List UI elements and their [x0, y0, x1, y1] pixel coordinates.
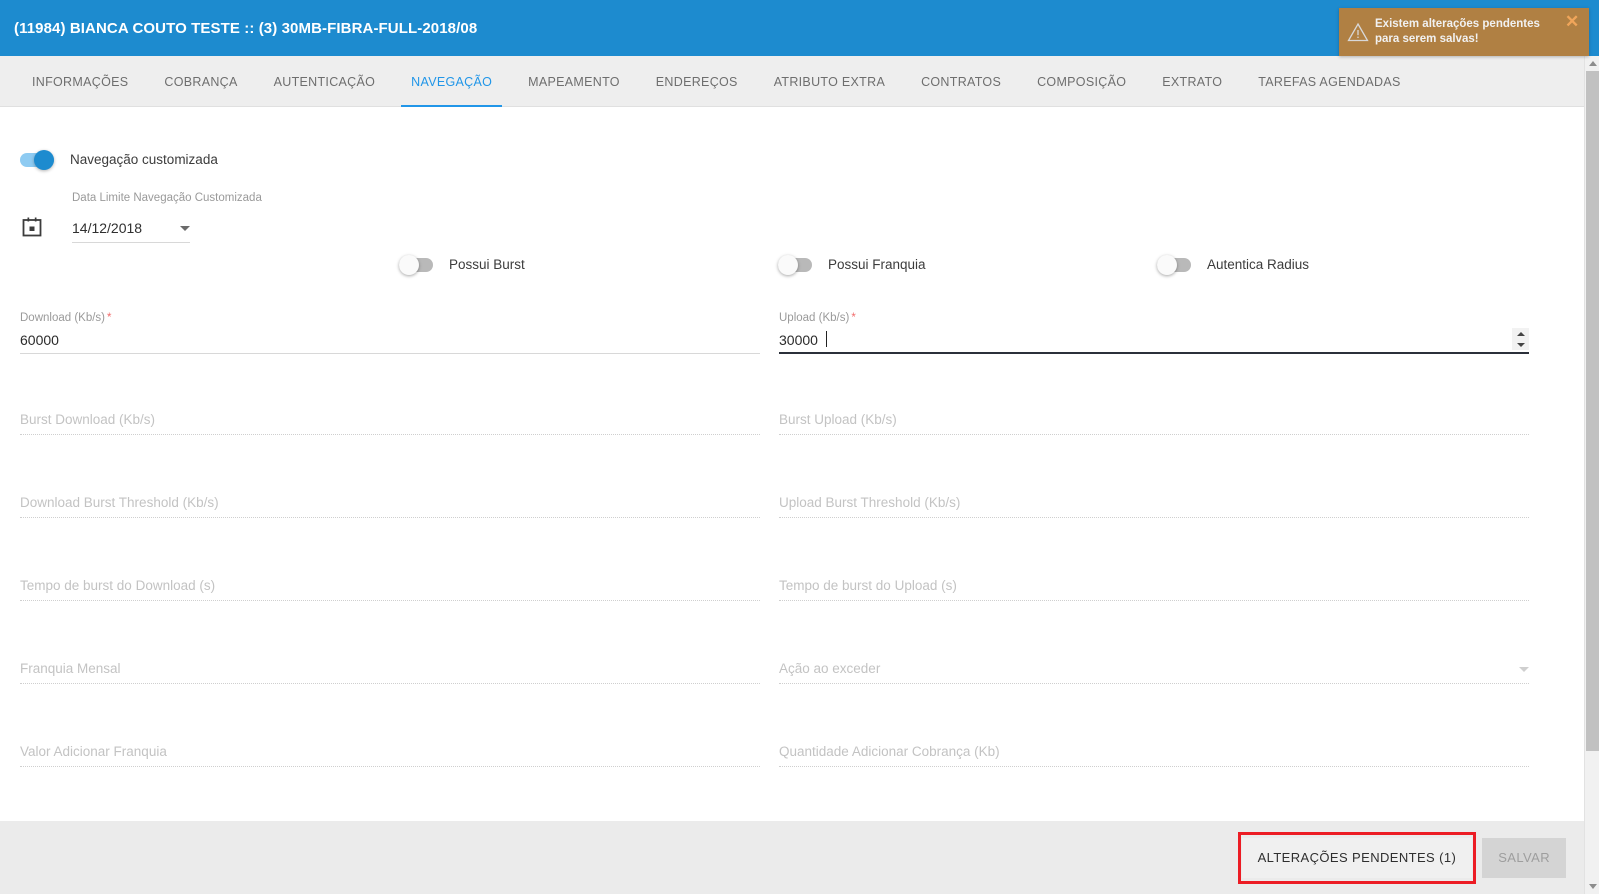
tab-bar: INFORMAÇÕES COBRANÇA AUTENTICAÇÃO NAVEGA… — [0, 56, 1599, 107]
toast-message: Existem alterações pendentes para serem … — [1375, 18, 1540, 45]
upload-burst-threshold-placeholder: Upload Burst Threshold (Kb/s) — [779, 495, 961, 510]
burst-download-field[interactable]: Burst Download (Kb/s) — [20, 412, 760, 435]
tempo-burst-upload-field[interactable]: Tempo de burst do Upload (s) — [779, 578, 1529, 601]
text-cursor — [826, 331, 827, 347]
tab-atributo-extra[interactable]: ATRIBUTO EXTRA — [756, 56, 903, 107]
upload-label: Upload (Kb/s) * — [779, 312, 1529, 324]
burst-download-placeholder: Burst Download (Kb/s) — [20, 412, 156, 427]
franquia-mensal-field[interactable]: Franquia Mensal — [20, 661, 760, 684]
scrollbar-thumb[interactable] — [1586, 71, 1599, 751]
calendar-icon[interactable] — [20, 215, 46, 241]
date-value: 14/12/2018 — [72, 220, 143, 236]
tempo-burst-download-field[interactable]: Tempo de burst do Download (s) — [20, 578, 760, 601]
tempo-burst-download-placeholder: Tempo de burst do Download (s) — [20, 578, 216, 593]
tab-cobranca[interactable]: COBRANÇA — [146, 56, 255, 107]
alteracoes-pendentes-button[interactable]: ALTERAÇÕES PENDENTES (1) — [1241, 837, 1473, 878]
navegacao-customizada-label: Navegação customizada — [70, 152, 218, 167]
toggle-track — [778, 254, 812, 275]
toggle-knob — [778, 254, 798, 275]
tab-contratos[interactable]: CONTRATOS — [903, 56, 1019, 107]
burst-upload-field[interactable]: Burst Upload (Kb/s) — [779, 412, 1529, 435]
application-window: (11984) BIANCA COUTO TESTE :: (3) 30MB-F… — [0, 0, 1599, 894]
toggle-track — [1157, 254, 1191, 275]
tab-enderecos[interactable]: ENDEREÇOS — [638, 56, 756, 107]
download-input[interactable] — [20, 332, 760, 354]
tab-tarefas-agendadas[interactable]: TAREFAS AGENDADAS — [1240, 56, 1418, 107]
field-underline — [779, 683, 1529, 684]
scroll-up-icon[interactable] — [1585, 56, 1599, 71]
valor-adicionar-franquia-field[interactable]: Valor Adicionar Franquia — [20, 744, 760, 767]
warning-triangle-icon — [1345, 22, 1371, 42]
required-marker: * — [107, 312, 112, 324]
field-underline — [20, 517, 760, 518]
quantidade-adicionar-cobranca-placeholder: Quantidade Adicionar Cobrança (Kb) — [779, 744, 1000, 759]
page-title: (11984) BIANCA COUTO TESTE :: (3) 30MB-F… — [14, 19, 478, 37]
field-underline — [20, 766, 760, 767]
field-underline — [779, 600, 1529, 601]
franquia-mensal-placeholder: Franquia Mensal — [20, 661, 121, 676]
toggle-track — [399, 254, 433, 275]
upload-label-text: Upload (Kb/s) — [779, 312, 850, 324]
field-underline — [20, 353, 760, 354]
tab-autenticacao[interactable]: AUTENTICAÇÃO — [256, 56, 394, 107]
scroll-down-icon[interactable] — [1585, 879, 1599, 894]
tempo-burst-upload-placeholder: Tempo de burst do Upload (s) — [779, 578, 957, 593]
vertical-scrollbar[interactable] — [1584, 56, 1599, 894]
footer-action-bar: ALTERAÇÕES PENDENTES (1) SALVAR — [0, 821, 1584, 894]
possui-burst-label: Possui Burst — [449, 257, 525, 272]
download-burst-threshold-field[interactable]: Download Burst Threshold (Kb/s) — [20, 495, 760, 518]
data-limite-field-group: Data Limite Navegação Customizada 14/12/… — [20, 192, 262, 243]
chevron-down-icon[interactable] — [180, 225, 190, 231]
field-underline — [779, 517, 1529, 518]
tab-navegacao[interactable]: NAVEGAÇÃO — [393, 56, 510, 107]
download-label-text: Download (Kb/s) — [20, 312, 106, 324]
autentica-radius-toggle[interactable]: Autentica Radius — [1157, 254, 1310, 275]
close-icon[interactable]: ✕ — [1565, 13, 1581, 30]
acao-ao-exceder-field[interactable]: Ação ao exceder — [779, 661, 1529, 684]
toggle-knob — [1157, 254, 1177, 275]
pending-changes-toast: Existem alterações pendentes para serem … — [1339, 8, 1589, 56]
salvar-button[interactable]: SALVAR — [1482, 837, 1566, 878]
burst-upload-placeholder: Burst Upload (Kb/s) — [779, 412, 897, 427]
navegacao-form-panel: Navegação customizada Data Limite Navega… — [0, 107, 1584, 821]
chevron-down-icon[interactable] — [1519, 667, 1529, 672]
possui-burst-toggle[interactable]: Possui Burst — [399, 254, 525, 275]
upload-burst-threshold-field[interactable]: Upload Burst Threshold (Kb/s) — [779, 495, 1529, 518]
pending-changes-highlight: ALTERAÇÕES PENDENTES (1) — [1237, 831, 1476, 884]
upload-input[interactable] — [779, 332, 1529, 354]
field-underline — [20, 683, 760, 684]
tab-informacoes[interactable]: INFORMAÇÕES — [14, 56, 146, 107]
tab-composicao[interactable]: COMPOSIÇÃO — [1019, 56, 1144, 107]
toggle-knob — [34, 149, 54, 170]
data-limite-navegacao-field[interactable]: Data Limite Navegação Customizada 14/12/… — [72, 192, 262, 243]
autentica-radius-label: Autentica Radius — [1207, 257, 1310, 272]
data-limite-label: Data Limite Navegação Customizada — [72, 192, 262, 204]
acao-ao-exceder-placeholder: Ação ao exceder — [779, 661, 881, 676]
download-burst-threshold-placeholder: Download Burst Threshold (Kb/s) — [20, 495, 219, 510]
required-marker: * — [851, 312, 856, 324]
navegacao-customizada-toggle[interactable]: Navegação customizada — [20, 149, 218, 170]
stepper-up-icon[interactable] — [1516, 331, 1525, 336]
toggle-knob — [399, 254, 419, 275]
download-field: Download (Kb/s) * — [20, 312, 760, 354]
possui-franquia-toggle[interactable]: Possui Franquia — [778, 254, 926, 275]
download-label: Download (Kb/s) * — [20, 312, 760, 324]
download-input-wrap[interactable] — [20, 332, 760, 354]
possui-franquia-label: Possui Franquia — [828, 257, 926, 272]
tab-mapeamento[interactable]: MAPEAMENTO — [510, 56, 638, 107]
stepper-down-icon[interactable] — [1516, 342, 1525, 347]
upload-number-stepper[interactable] — [1512, 328, 1529, 350]
tab-extrato[interactable]: EXTRATO — [1144, 56, 1240, 107]
valor-adicionar-franquia-placeholder: Valor Adicionar Franquia — [20, 744, 167, 759]
field-underline — [20, 600, 760, 601]
toggle-track — [20, 149, 54, 170]
field-underline — [779, 434, 1529, 435]
field-underline — [779, 352, 1529, 354]
upload-input-wrap[interactable] — [779, 328, 1529, 354]
field-underline — [20, 434, 760, 435]
upload-field: Upload (Kb/s) * — [779, 312, 1529, 354]
field-underline — [779, 766, 1529, 767]
quantidade-adicionar-cobranca-field[interactable]: Quantidade Adicionar Cobrança (Kb) — [779, 744, 1529, 767]
date-value-row[interactable]: 14/12/2018 — [72, 220, 190, 243]
